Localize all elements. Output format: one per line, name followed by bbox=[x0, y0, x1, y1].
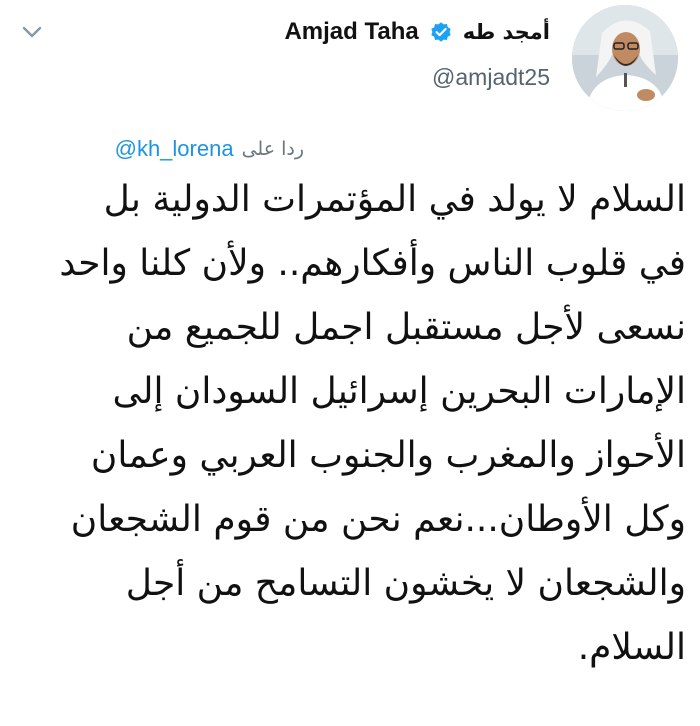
tweet-text-line: الإمارات البحرين إسرائيل السودان إلى bbox=[112, 371, 686, 412]
reply-mention-link[interactable]: @kh_lorena bbox=[115, 136, 234, 162]
tweet-text-line: والشجعان لا يخشون التسامح من أجل bbox=[125, 563, 686, 604]
tweet-text-line: السلام لا يولد في المؤتمرات الدولية بل bbox=[103, 179, 686, 220]
chevron-down-icon[interactable] bbox=[18, 18, 46, 46]
tweet-text-line: وكل الأوطان...نعم نحن من قوم الشجعان bbox=[70, 499, 686, 540]
tweet-text-line: الأحواز والمغرب والجنوب العربي وعمان bbox=[90, 435, 686, 476]
author-handle[interactable]: @amjadt25 bbox=[432, 64, 550, 91]
author-name-row[interactable]: أمجد طه Amjad Taha bbox=[284, 12, 550, 52]
reply-context: ردا على @kh_lorena bbox=[115, 136, 304, 162]
author-avatar[interactable] bbox=[572, 5, 678, 111]
tweet-text-line: نسعى لأجل مستقبل اجمل للجميع من bbox=[126, 307, 686, 348]
author-name-arabic: أمجد طه bbox=[462, 20, 550, 44]
avatar-image bbox=[572, 5, 678, 111]
author-name-latin: Amjad Taha bbox=[284, 18, 419, 45]
tweet-text-line: السلام. bbox=[577, 627, 686, 668]
tweet-text-line: في قلوب الناس وأفكارهم.. ولأن كلنا واحد bbox=[59, 243, 686, 284]
verified-badge-icon bbox=[429, 20, 453, 44]
tweet-text: السلام لا يولد في المؤتمرات الدولية بل ف… bbox=[6, 168, 686, 680]
reply-prefix: ردا على bbox=[241, 138, 304, 160]
